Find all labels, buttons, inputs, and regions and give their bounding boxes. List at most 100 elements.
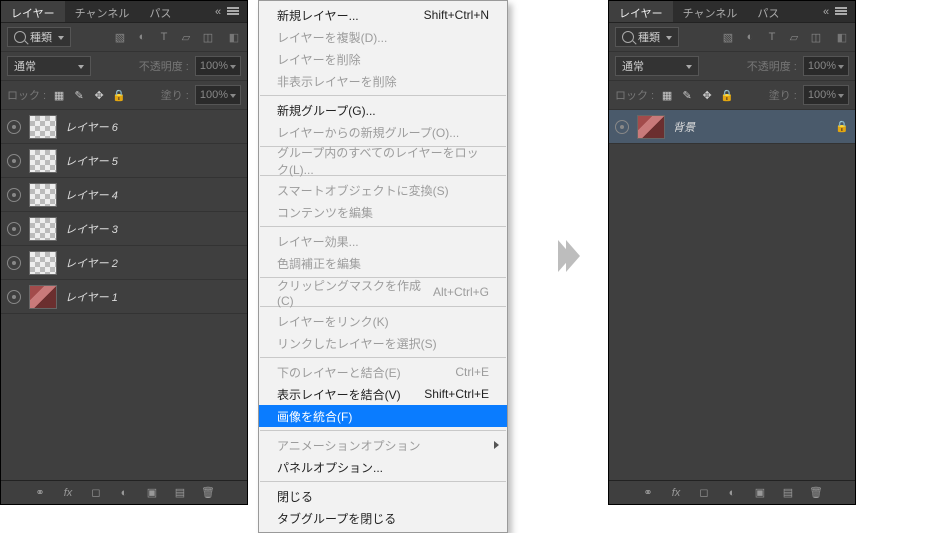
menu-item-label: タブグループを閉じる xyxy=(277,510,396,527)
link-icon[interactable]: ⚭ xyxy=(33,486,47,500)
group-icon[interactable]: ▣ xyxy=(145,486,159,500)
new-layer-icon[interactable]: ▤ xyxy=(781,486,795,500)
menu-item-label: コンテンツを編集 xyxy=(277,204,373,221)
tab-layers[interactable]: レイヤー xyxy=(609,1,673,22)
filter-image-icon[interactable]: ▧ xyxy=(113,30,127,44)
layer-thumbnail xyxy=(29,251,57,275)
visibility-icon[interactable] xyxy=(7,290,21,304)
menu-item-label: グループ内のすべてのレイヤーをロック(L)... xyxy=(277,144,489,178)
filter-toggle-icon[interactable]: ◧ xyxy=(835,30,849,44)
visibility-icon[interactable] xyxy=(7,256,21,270)
blend-mode-value: 通常 xyxy=(14,58,36,74)
chevron-down-icon xyxy=(76,60,84,72)
filter-smart-icon[interactable]: ◫ xyxy=(201,30,215,44)
lock-all-icon[interactable]: 🔒 xyxy=(720,88,734,102)
panel-menu-icon[interactable] xyxy=(835,7,849,17)
collapse-icon[interactable]: « xyxy=(819,7,833,17)
filter-kind-select[interactable]: 種類 xyxy=(615,27,679,47)
layer-name: レイヤー 6 xyxy=(65,119,118,135)
opacity-input[interactable]: 100% xyxy=(195,56,241,76)
mask-icon[interactable]: ◻ xyxy=(697,486,711,500)
lock-move-icon[interactable]: ✥ xyxy=(700,88,714,102)
menu-item-label: クリッピングマスクを作成(C) xyxy=(277,277,433,308)
menu-item: 下のレイヤーと結合(E)Ctrl+E xyxy=(259,361,507,383)
layer-row[interactable]: レイヤー 5 xyxy=(1,144,247,178)
menu-item[interactable]: 画像を統合(F) xyxy=(259,405,507,427)
layer-row[interactable]: レイヤー 2 xyxy=(1,246,247,280)
menu-item[interactable]: パネルオプション... xyxy=(259,456,507,478)
trash-icon[interactable]: 🗑 xyxy=(809,486,823,500)
menu-separator xyxy=(260,481,506,482)
menu-item-label: 非表示レイヤーを削除 xyxy=(277,73,397,90)
layer-row[interactable]: レイヤー 1 xyxy=(1,280,247,314)
panel-menu-icon[interactable] xyxy=(227,7,241,17)
layer-row[interactable]: レイヤー 6 xyxy=(1,110,247,144)
tab-layers[interactable]: レイヤー xyxy=(1,1,65,22)
filter-shape-icon[interactable]: ▱ xyxy=(787,30,801,44)
tab-paths[interactable]: パス xyxy=(139,1,181,22)
filter-smart-icon[interactable]: ◫ xyxy=(809,30,823,44)
visibility-icon[interactable] xyxy=(7,188,21,202)
link-icon[interactable]: ⚭ xyxy=(641,486,655,500)
menu-item[interactable]: 閉じる xyxy=(259,485,507,507)
lock-move-icon[interactable]: ✥ xyxy=(92,88,106,102)
fill-label: 塗り : xyxy=(161,87,189,103)
tab-paths[interactable]: パス xyxy=(747,1,789,22)
chevron-down-icon xyxy=(56,31,64,43)
fill-input[interactable]: 100% xyxy=(195,85,241,105)
layer-name: レイヤー 2 xyxy=(65,255,118,271)
filter-toggle-icon[interactable]: ◧ xyxy=(227,30,241,44)
layer-row-background[interactable]: 背景 🔒 xyxy=(609,110,855,144)
filter-shape-icon[interactable]: ▱ xyxy=(179,30,193,44)
filter-adjust-icon[interactable]: ◐ xyxy=(743,30,757,44)
chevron-down-icon xyxy=(664,31,672,43)
new-layer-icon[interactable]: ▤ xyxy=(173,486,187,500)
blend-row: 通常 不透明度 : 100% xyxy=(609,52,855,81)
layer-row[interactable]: レイヤー 4 xyxy=(1,178,247,212)
menu-separator xyxy=(260,226,506,227)
fx-icon[interactable]: fx xyxy=(669,486,683,500)
lock-pixels-icon[interactable]: ▦ xyxy=(52,88,66,102)
fx-icon[interactable]: fx xyxy=(61,486,75,500)
lock-paint-icon[interactable]: ✎ xyxy=(72,88,86,102)
layer-name: レイヤー 5 xyxy=(65,153,118,169)
filter-adjust-icon[interactable]: ◐ xyxy=(135,30,149,44)
fill-adjust-icon[interactable]: ◐ xyxy=(725,486,739,500)
visibility-icon[interactable] xyxy=(7,120,21,134)
visibility-icon[interactable] xyxy=(615,120,629,134)
menu-item[interactable]: 表示レイヤーを結合(V)Shift+Ctrl+E xyxy=(259,383,507,405)
layer-row[interactable]: レイヤー 3 xyxy=(1,212,247,246)
menu-item: リンクしたレイヤーを選択(S) xyxy=(259,332,507,354)
visibility-icon[interactable] xyxy=(7,222,21,236)
visibility-icon[interactable] xyxy=(7,154,21,168)
menu-item[interactable]: タブグループを閉じる xyxy=(259,507,507,529)
menu-item-label: レイヤーからの新規グループ(O)... xyxy=(277,124,459,141)
menu-item[interactable]: 新規グループ(G)... xyxy=(259,99,507,121)
menu-item-label: 色調補正を編集 xyxy=(277,255,361,272)
fill-adjust-icon[interactable]: ◐ xyxy=(117,486,131,500)
filter-kind-label: 種類 xyxy=(638,29,660,45)
group-icon[interactable]: ▣ xyxy=(753,486,767,500)
fill-input[interactable]: 100% xyxy=(803,85,849,105)
blend-mode-select[interactable]: 通常 xyxy=(615,56,699,76)
menu-item[interactable]: 新規レイヤー...Shift+Ctrl+N xyxy=(259,4,507,26)
opacity-label: 不透明度 : xyxy=(139,58,189,74)
menu-separator xyxy=(260,430,506,431)
filter-type-icon[interactable]: T xyxy=(765,30,779,44)
collapse-icon[interactable]: « xyxy=(211,7,225,17)
filter-type-icon[interactable]: T xyxy=(157,30,171,44)
opacity-input[interactable]: 100% xyxy=(803,56,849,76)
filter-kind-select[interactable]: 種類 xyxy=(7,27,71,47)
tab-channels[interactable]: チャンネル xyxy=(65,1,140,22)
lock-paint-icon[interactable]: ✎ xyxy=(680,88,694,102)
filter-type-icons: ▧ ◐ T ▱ ◫ xyxy=(113,30,215,44)
layers-panel-menu: 新規レイヤー...Shift+Ctrl+Nレイヤーを複製(D)...レイヤーを削… xyxy=(258,0,508,533)
lock-label: ロック : xyxy=(615,87,654,103)
tab-channels[interactable]: チャンネル xyxy=(673,1,748,22)
lock-all-icon[interactable]: 🔒 xyxy=(112,88,126,102)
blend-mode-select[interactable]: 通常 xyxy=(7,56,91,76)
trash-icon[interactable]: 🗑 xyxy=(201,486,215,500)
mask-icon[interactable]: ◻ xyxy=(89,486,103,500)
filter-image-icon[interactable]: ▧ xyxy=(721,30,735,44)
lock-pixels-icon[interactable]: ▦ xyxy=(660,88,674,102)
